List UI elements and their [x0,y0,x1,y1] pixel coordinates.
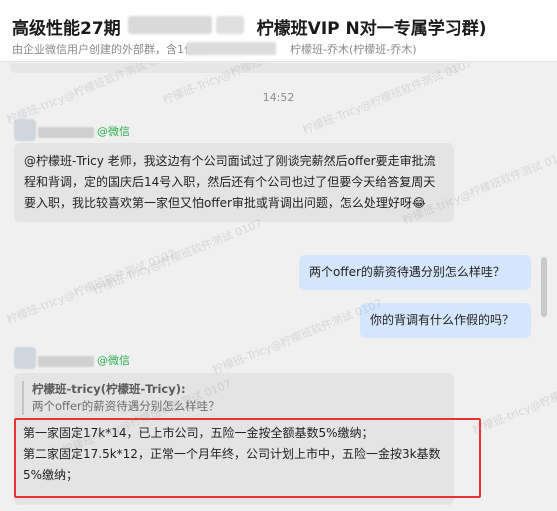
redacted-title-block [128,16,212,34]
redacted-sender-name [38,126,94,138]
watermark: 柠檬班-Tricy@柠檬班软件测试 0107 [210,296,385,377]
message-text: 你的背调有什么作假的吗？ [370,313,515,327]
watermark: 柠檬班-tricy@柠檬班软件测试 0107 [4,247,178,327]
own-message-bubble[interactable]: 两个offer的薪资待遇分别怎么样哇？ [299,255,531,290]
wechat-source-label: @微信 [97,354,130,367]
group-title-part1: 高级性能27期 [12,19,121,39]
watermark: 柠檬班-Tricy@柠檬班软件测试 0107 [90,216,265,297]
group-subtitle-part2: 柠檬班-乔木(柠檬班-乔木) [290,43,417,56]
scrollbar-thumb[interactable] [541,257,547,317]
redacted-sender-name [38,355,94,367]
avatar[interactable] [14,119,36,141]
redacted-subtitle-block [186,42,276,55]
red-highlight-box [14,418,481,498]
message-bubble[interactable]: @柠檬班-Tricy 老师，我这边有个公司面试过了刚谈完薪然后offer要走审批… [14,143,454,222]
quoted-text: 两个offer的薪资待遇分别怎么样哇？ [32,399,220,413]
sender-name[interactable]: @微信 [38,123,130,138]
avatar[interactable] [14,347,36,369]
watermark: 柠檬班-tricy@柠檬班软件测试 0107 [470,357,557,437]
sender-name[interactable]: @微信 [38,352,130,367]
message-text: 两个offer的薪资待遇分别怎么样哇？ [309,265,505,279]
message-timestamp: 14:52 [262,91,295,104]
redacted-title-block-2 [216,16,244,34]
message-text: @柠檬班-Tricy 老师，我这边有个公司面试过了刚谈完薪然后offer要走审批… [24,154,436,210]
group-subtitle-part1: 由企业微信用户创建的外部群，含1位外 [12,43,206,56]
previous-message-edge [10,63,460,73]
quoted-message[interactable]: 柠檬班-tricy(柠檬班-Tricy): 两个offer的薪资待遇分别怎么样哇… [22,381,446,415]
quoted-sender: 柠檬班-tricy(柠檬班-Tricy): [32,382,186,396]
own-message-bubble[interactable]: 你的背调有什么作假的吗？ [360,303,531,338]
message-list[interactable]: 14:52 @微信 @柠檬班-Tricy 老师，我这边有个公司面试过了刚谈完薪然… [0,63,557,511]
wechat-source-label: @微信 [97,125,130,138]
chat-header: 高级性能27期 柠檬班VIP N对一专属学习群) 由企业微信用户创建的外部群，含1… [0,0,557,62]
group-title[interactable]: 高级性能27期 柠檬班VIP N对一专属学习群) [12,14,487,39]
group-title-part2: 柠檬班VIP N对一专属学习群) [256,19,487,39]
